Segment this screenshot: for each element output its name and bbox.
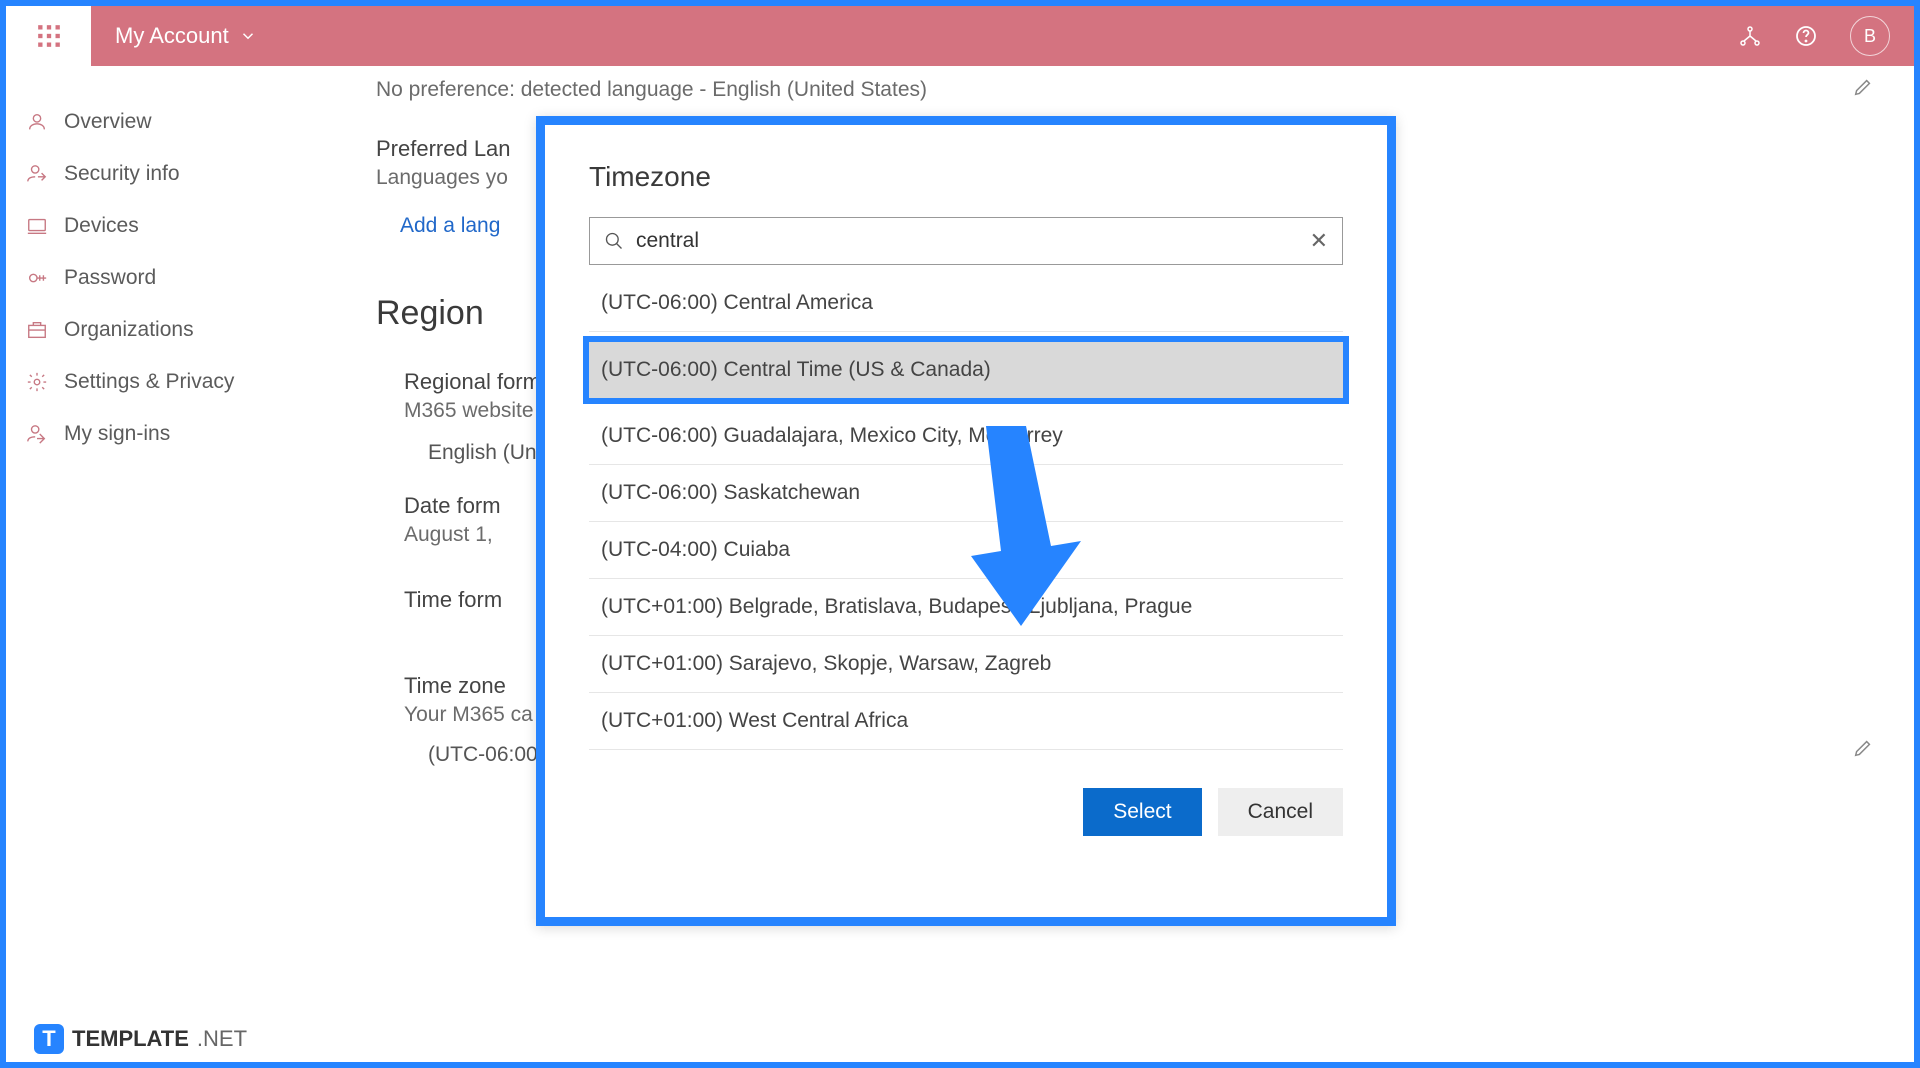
sidebar-item-label: Organizations — [64, 318, 194, 342]
search-row: ✕ — [589, 217, 1343, 265]
watermark-icon: T — [34, 1024, 64, 1054]
edit-language-button[interactable] — [1852, 76, 1874, 104]
sidebar: Overview Security info Devices Password … — [6, 66, 336, 1062]
org-icon[interactable] — [1738, 24, 1762, 48]
timezone-option[interactable]: (UTC-04:00) Cuiaba — [589, 522, 1343, 579]
sidebar-item-signins[interactable]: My sign-ins — [6, 408, 336, 460]
timezone-option[interactable]: (UTC-06:00) Central America — [589, 275, 1343, 332]
app-launcher-button[interactable] — [6, 6, 91, 66]
sidebar-item-label: Overview — [64, 110, 152, 134]
header: My Account B — [6, 6, 1914, 66]
sidebar-item-label: Devices — [64, 214, 139, 238]
add-language-link[interactable]: Add a lang — [400, 214, 500, 238]
detected-language-text: No preference: detected language - Engli… — [376, 78, 927, 102]
watermark-suffix: .NET — [197, 1026, 247, 1052]
sidebar-item-label: Security info — [64, 162, 180, 186]
dialog-buttons: Select Cancel — [589, 788, 1343, 836]
timezone-option[interactable]: (UTC-06:00) Guadalajara, Mexico City, Mo… — [589, 408, 1343, 465]
sidebar-item-password[interactable]: Password — [6, 252, 336, 304]
timezone-option[interactable]: (UTC+01:00) Belgrade, Bratislava, Budape… — [589, 579, 1343, 636]
sidebar-item-overview[interactable]: Overview — [6, 96, 336, 148]
watermark: T TEMPLATE .NET — [34, 1024, 247, 1054]
topbar-actions: B — [1738, 16, 1890, 56]
timezone-option-highlighted[interactable]: (UTC-06:00) Central Time (US & Canada) — [583, 336, 1349, 404]
sidebar-item-security[interactable]: Security info — [6, 148, 336, 200]
timezone-search-input[interactable] — [636, 229, 1298, 253]
sidebar-item-label: Password — [64, 266, 156, 290]
timezone-option[interactable]: (UTC+01:00) West Central Africa — [589, 693, 1343, 750]
avatar-initial: B — [1864, 26, 1876, 47]
edit-timezone-button[interactable] — [1852, 737, 1874, 764]
dialog-title: Timezone — [589, 161, 1343, 193]
sidebar-item-label: My sign-ins — [64, 422, 170, 446]
select-button[interactable]: Select — [1083, 788, 1201, 836]
sidebar-item-label: Settings & Privacy — [64, 370, 234, 394]
timezone-list: (UTC-06:00) Central America (UTC-06:00) … — [589, 275, 1343, 750]
waffle-icon — [36, 23, 62, 49]
page-title: My Account — [115, 23, 229, 49]
avatar[interactable]: B — [1850, 16, 1890, 56]
app-frame: My Account B Overview Security info Devi… — [6, 6, 1914, 1062]
timezone-option[interactable]: (UTC-06:00) Saskatchewan — [589, 465, 1343, 522]
search-icon — [604, 231, 624, 251]
timezone-dialog: Timezone ✕ (UTC-06:00) Central America (… — [536, 116, 1396, 926]
sidebar-item-organizations[interactable]: Organizations — [6, 304, 336, 356]
watermark-brand: TEMPLATE — [72, 1026, 189, 1052]
chevron-down-icon — [239, 27, 257, 45]
timezone-option[interactable]: (UTC+01:00) Sarajevo, Skopje, Warsaw, Za… — [589, 636, 1343, 693]
sidebar-item-settings[interactable]: Settings & Privacy — [6, 356, 336, 408]
sidebar-item-devices[interactable]: Devices — [6, 200, 336, 252]
topbar: My Account B — [91, 6, 1914, 66]
clear-search-button[interactable]: ✕ — [1310, 228, 1328, 254]
cancel-button[interactable]: Cancel — [1218, 788, 1343, 836]
account-dropdown[interactable]: My Account — [115, 23, 257, 49]
help-icon[interactable] — [1794, 24, 1818, 48]
